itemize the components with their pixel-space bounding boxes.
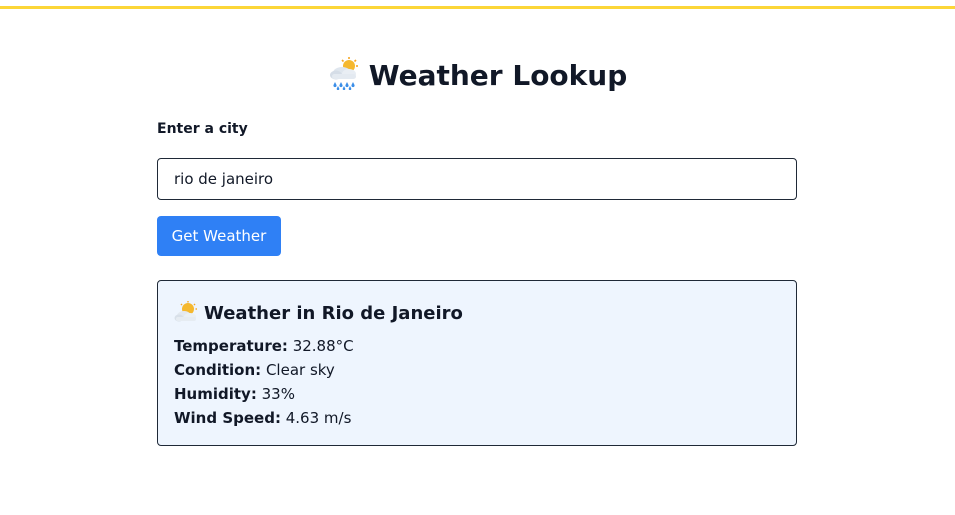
city-label: Enter a city bbox=[157, 121, 248, 137]
condition-row: Condition: Clear sky bbox=[174, 360, 335, 380]
temperature-row: Temperature: 32.88°C bbox=[174, 336, 354, 356]
top-accent-bar bbox=[0, 0, 955, 9]
sun-behind-cloud-icon bbox=[174, 301, 197, 322]
city-input[interactable] bbox=[157, 158, 797, 200]
temperature-value: 32.88°C bbox=[292, 337, 354, 355]
page-title-text: Weather Lookup bbox=[368, 59, 628, 92]
wind-speed-row: Wind Speed: 4.63 m/s bbox=[174, 408, 351, 428]
result-title: Weather in Rio de Janeiro bbox=[174, 301, 463, 326]
humidity-value: 33% bbox=[261, 385, 295, 403]
wind-speed-label: Wind Speed: bbox=[174, 409, 281, 427]
condition-value: Clear sky bbox=[265, 361, 335, 379]
get-weather-button[interactable]: Get Weather bbox=[157, 216, 281, 256]
weather-result-card: Weather in Rio de Janeiro Temperature: 3… bbox=[157, 280, 797, 446]
wind-speed-value: 4.63 m/s bbox=[285, 409, 352, 427]
temperature-label: Temperature: bbox=[174, 337, 288, 355]
cloud-rain-sun-icon bbox=[329, 57, 358, 90]
result-title-text: Weather in Rio de Janeiro bbox=[204, 303, 463, 324]
condition-label: Condition: bbox=[174, 361, 262, 379]
page-title: Weather Lookup bbox=[157, 56, 797, 96]
humidity-row: Humidity: 33% bbox=[174, 384, 295, 404]
humidity-label: Humidity: bbox=[174, 385, 257, 403]
